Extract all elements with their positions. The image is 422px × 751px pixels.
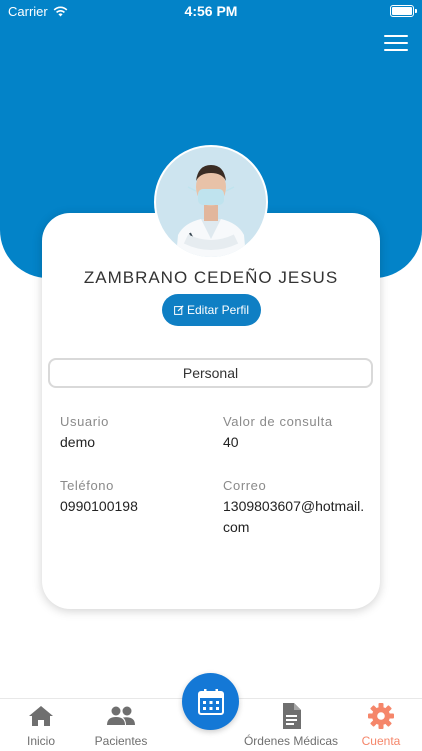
doctor-avatar-icon [156, 147, 266, 257]
nav-label-cuenta: Cuenta [361, 734, 401, 748]
nav-label-pacientes: Pacientes [94, 734, 148, 748]
edit-profile-button[interactable]: Editar Perfil [162, 294, 261, 326]
valor-consulta-label: Valor de consulta [223, 414, 333, 429]
status-time: 4:56 PM [184, 3, 238, 19]
nav-label-ordenes-medicas: Órdenes Médicas [243, 734, 339, 748]
usuario-value: demo [60, 434, 96, 450]
document-icon [283, 703, 301, 729]
correo-label: Correo [223, 478, 267, 493]
nav-item-inicio[interactable]: Inicio [16, 699, 66, 751]
battery-icon [390, 5, 417, 17]
hamburger-menu-button[interactable] [384, 35, 408, 53]
people-icon [107, 706, 135, 725]
tab-personal[interactable]: Personal [48, 358, 373, 388]
nav-item-ordenes-medicas[interactable]: Órdenes Médicas [242, 699, 340, 751]
correo-value-line1: 1309803607@hotmail. [223, 498, 365, 514]
gear-icon [368, 703, 394, 729]
calendar-fab-button[interactable] [182, 673, 239, 730]
nav-label-inicio: Inicio [26, 734, 55, 748]
calendar-icon [197, 688, 224, 715]
profile-avatar [154, 145, 268, 259]
status-bar: Carrier 4:56 PM [0, 0, 422, 22]
telefono-value: 0990100198 [60, 498, 138, 514]
edit-icon [174, 305, 184, 315]
telefono-label: Teléfono [60, 478, 114, 493]
profile-name: ZAMBRANO CEDEÑO JESUS [83, 268, 339, 287]
nav-item-cuenta[interactable]: Cuenta [358, 699, 404, 751]
home-icon [29, 706, 53, 726]
edit-profile-label: Editar Perfil [186, 303, 250, 317]
usuario-label: Usuario [60, 414, 109, 429]
correo-value-line2: com [223, 519, 250, 535]
valor-consulta-value: 40 [223, 434, 239, 450]
nav-item-pacientes[interactable]: Pacientes [88, 699, 154, 751]
